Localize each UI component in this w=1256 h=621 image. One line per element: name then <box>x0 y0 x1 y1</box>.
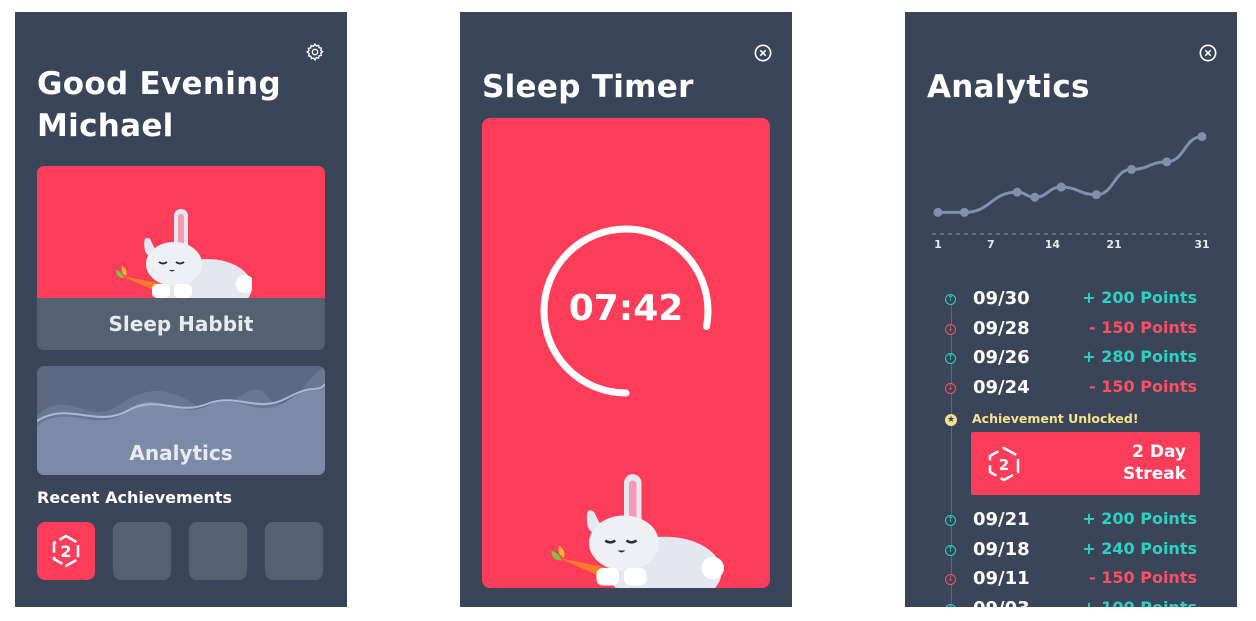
arrow-up-icon: ↑ <box>945 353 956 364</box>
x-tick-label: 14 <box>1044 238 1061 251</box>
chart-point <box>1030 192 1040 202</box>
arrow-up-icon: ↑ <box>945 515 956 526</box>
chart-point <box>959 207 969 217</box>
chart-point <box>1091 190 1101 200</box>
page-title: Analytics <box>927 69 1090 105</box>
analytics-screen: Analytics ★ Achievement Unlocked! 2 2 Da… <box>905 12 1237 607</box>
x-tick-label: 21 <box>1106 238 1122 251</box>
timer-card: 07:42 <box>482 118 770 588</box>
greeting-title: Good Evening <box>37 66 281 102</box>
entry-date: 09/18 <box>973 538 1030 560</box>
home-screen: Good Evening Michael Sleep Habbit Analyt <box>15 12 347 607</box>
close-icon[interactable] <box>1199 44 1217 62</box>
points-line-chart <box>932 132 1207 235</box>
list-item: ↑ 09/26 + 280 Points <box>905 345 1237 371</box>
timer-value: 07:42 <box>568 288 684 329</box>
arrow-down-icon: ↓ <box>945 574 956 585</box>
entry-date: 09/21 <box>973 509 1030 530</box>
achievement-tile[interactable]: 2 <box>37 522 95 580</box>
gear-icon[interactable] <box>305 42 325 62</box>
entry-points: + 200 Points <box>1082 509 1197 528</box>
list-item: ↑ 09/21 + 200 Points <box>905 507 1237 533</box>
arrow-down-icon: ↓ <box>945 382 956 394</box>
list-item: ↓ 09/24 - 150 Points <box>905 375 1237 401</box>
entry-points: + 100 Points <box>1082 597 1197 608</box>
arrow-up-icon: ↑ <box>945 603 956 607</box>
analytics-card[interactable]: Analytics <box>37 366 325 475</box>
chart-point <box>933 207 943 217</box>
entry-date: 09/24 <box>973 376 1030 398</box>
hexagon-badge-icon: 2 <box>52 534 80 568</box>
entry-points: + 280 Points <box>1082 347 1197 366</box>
achievement-unlocked-label: Achievement Unlocked! <box>972 411 1139 426</box>
achievement-tile-empty[interactable] <box>189 522 247 580</box>
arrow-down-icon: ↓ <box>945 323 956 335</box>
entry-date: 09/26 <box>973 347 1030 368</box>
badge-number: 2 <box>999 456 1009 474</box>
sleep-habit-card[interactable]: Sleep Habbit <box>37 166 325 350</box>
list-item: ↑ 09/18 + 240 Points <box>905 537 1237 563</box>
chart-point <box>1162 157 1172 167</box>
list-item: ↓ 09/28 - 150 Points <box>905 316 1237 342</box>
sleep-habit-label: Sleep Habbit <box>37 298 325 350</box>
list-item: ↓ 09/11 - 150 Points <box>905 566 1237 592</box>
entry-points: - 150 Points <box>1089 317 1197 337</box>
entry-date: 09/03 <box>973 598 1030 608</box>
star-icon: ★ <box>945 414 957 426</box>
list-item: ↑ 09/30 + 200 Points <box>905 286 1237 312</box>
entry-date: 09/28 <box>973 317 1030 339</box>
bunny-illustration <box>116 209 252 304</box>
page-title: Sleep Timer <box>482 69 694 105</box>
achievement-tile-empty[interactable] <box>265 522 323 580</box>
streak-label: 2 Day Streak <box>1122 442 1186 484</box>
entry-points: + 200 Points <box>1082 288 1197 307</box>
achievement-unlocked-row: ★ Achievement Unlocked! <box>905 410 1237 430</box>
sleep-timer-screen: Sleep Timer 07:42 <box>460 12 792 607</box>
x-tick-label: 1 <box>934 238 942 251</box>
arrow-up-icon: ↑ <box>945 294 956 305</box>
hexagon-badge-icon: 2 <box>988 446 1020 482</box>
bunny-illustration <box>551 474 724 588</box>
entry-points: - 150 Points <box>1089 376 1197 396</box>
entry-date: 09/11 <box>973 568 1030 589</box>
entry-date: 09/30 <box>973 288 1030 309</box>
achievement-tile-empty[interactable] <box>113 522 171 580</box>
entry-points: + 240 Points <box>1082 538 1197 558</box>
x-tick-label: 7 <box>986 238 995 251</box>
analytics-label: Analytics <box>129 441 233 465</box>
chart-point <box>1012 187 1022 197</box>
chart-point <box>1127 164 1137 174</box>
user-name: Michael <box>37 108 174 144</box>
chart-series-line <box>938 135 1203 214</box>
streak-achievement-card[interactable]: 2 2 Day Streak <box>971 432 1200 495</box>
entry-points: - 150 Points <box>1089 568 1197 587</box>
badge-number: 2 <box>60 542 71 561</box>
chart-point <box>1197 132 1207 142</box>
arrow-up-icon: ↑ <box>945 544 956 556</box>
recent-achievements-heading: Recent Achievements <box>37 488 233 507</box>
chart-point <box>1056 182 1066 192</box>
list-item: ↑ 09/03 + 100 Points <box>905 596 1237 608</box>
close-icon[interactable] <box>754 44 772 62</box>
x-tick-label: 31 <box>1194 238 1210 251</box>
